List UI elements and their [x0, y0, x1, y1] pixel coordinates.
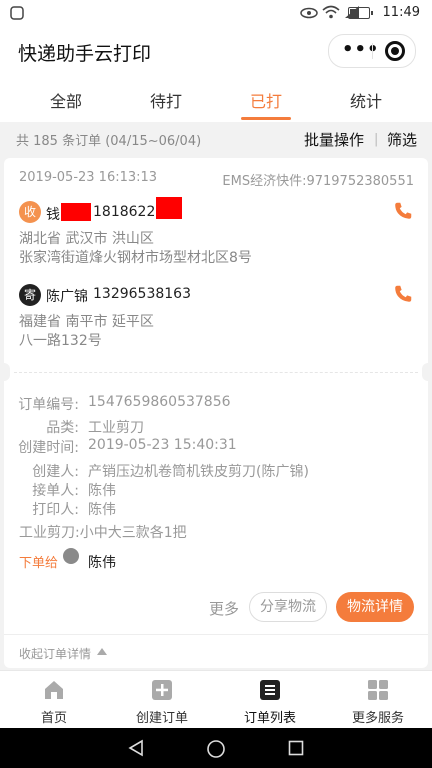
- sender-address-street: 八一路132号: [19, 333, 102, 349]
- status-bar: 11:49: [0, 0, 432, 26]
- tab-statistics[interactable]: 统计: [312, 88, 420, 112]
- assign-label: 下单给: [19, 556, 59, 571]
- home-icon: [45, 681, 63, 699]
- express-number: EMS经济快件:9719752380551: [222, 174, 414, 189]
- add-order-icon: [152, 680, 172, 700]
- order-count: 共 185 条订单 (04/15~06/04): [16, 134, 202, 149]
- assignee-avatar: [63, 548, 79, 564]
- nav-create-order[interactable]: 创建订单: [108, 671, 216, 729]
- card-divider: [4, 634, 428, 635]
- sender-tag: 寄: [19, 284, 41, 306]
- recipient-tag: 收: [19, 201, 41, 223]
- logistics-detail-button[interactable]: 物流详情: [336, 592, 414, 622]
- order-tabs: 全部 待打 已打 统计: [0, 76, 432, 122]
- call-sender-icon[interactable]: [392, 283, 414, 305]
- tab-pending[interactable]: 待打: [112, 88, 220, 112]
- order-card: 2019-05-23 16:13:13 EMS经济快件:971975238055…: [0, 158, 432, 668]
- card-notch-left: [0, 363, 10, 381]
- nav-home-label: 首页: [40, 711, 67, 726]
- nav-more-services[interactable]: 更多服务: [324, 671, 432, 729]
- tab-all[interactable]: 全部: [12, 88, 120, 112]
- sender-name: 陈广锦: [46, 289, 88, 305]
- assignee-name: 陈伟: [88, 555, 116, 571]
- created-time-label: 创建时间:: [18, 440, 79, 456]
- tab-printed[interactable]: 已打: [212, 88, 320, 112]
- redaction-block: [61, 203, 91, 221]
- nav-more-services-label: 更多服务: [351, 711, 404, 726]
- more-button[interactable]: 更多: [209, 598, 239, 619]
- card-dashed-divider: [14, 372, 418, 373]
- mini-program-capsule: •••: [328, 34, 416, 68]
- sender-phone: 13296538163: [93, 286, 191, 302]
- item-note: 工业剪刀:小中大三款各1把: [19, 525, 187, 541]
- redaction-block: [156, 197, 182, 219]
- order-list-icon: [260, 680, 280, 700]
- collapse-details-button[interactable]: 收起订单详情: [19, 645, 91, 662]
- notification-icon: [10, 6, 24, 20]
- sender-address-region: 福建省 南平市 延平区: [19, 314, 154, 330]
- creator-value: 产销压边机卷筒机铁皮剪刀(陈广锦): [88, 464, 309, 480]
- target-icon[interactable]: [385, 41, 405, 61]
- receiver-value: 陈伟: [88, 483, 116, 499]
- nav-home[interactable]: 首页: [0, 671, 108, 729]
- system-navigation-bar: [0, 728, 432, 768]
- active-tab-indicator: [241, 117, 291, 120]
- category-value: 工业剪刀: [88, 420, 144, 436]
- nav-order-list-label: 订单列表: [243, 711, 296, 726]
- printer-value: 陈伟: [88, 502, 116, 518]
- printer-label: 打印人:: [32, 502, 79, 518]
- recipient-address-street: 张家湾街道烽火钢材市场型材北区8号: [19, 250, 252, 266]
- filter-button[interactable]: 筛选: [387, 129, 417, 150]
- category-label: 品类:: [46, 420, 79, 436]
- call-recipient-icon[interactable]: [392, 200, 414, 222]
- nav-create-order-label: 创建订单: [135, 711, 188, 726]
- recents-icon[interactable]: [288, 740, 304, 756]
- share-logistics-button[interactable]: 分享物流: [249, 592, 327, 622]
- eye-icon: [300, 7, 318, 19]
- home-circle-icon[interactable]: [206, 739, 226, 759]
- order-no-label: 订单编号:: [18, 397, 79, 413]
- bottom-navigation: 首页 创建订单 订单列表 更多服务: [0, 670, 432, 729]
- recipient-address-region: 湖北省 武汉市 洪山区: [19, 231, 154, 247]
- clock: 11:49: [382, 5, 420, 20]
- creator-label: 创建人:: [32, 464, 79, 480]
- wifi-icon: [322, 5, 340, 19]
- nav-order-list[interactable]: 订单列表: [216, 671, 324, 729]
- app-header: 快递助手云打印 •••: [0, 26, 432, 76]
- batch-operation-button[interactable]: 批量操作: [304, 129, 364, 150]
- recipient-phone: 18186222: [93, 204, 165, 220]
- order-no-value: 1547659860537856: [88, 394, 231, 410]
- card-notch-right: [422, 363, 432, 381]
- more-services-icon: [368, 680, 388, 700]
- back-icon[interactable]: [127, 739, 145, 757]
- created-time-value: 2019-05-23 15:40:31: [88, 437, 237, 453]
- summary-bar: 共 185 条订单 (04/15~06/04) 批量操作 | 筛选: [0, 122, 432, 156]
- separator: |: [374, 132, 379, 147]
- recipient-name: 钱: [46, 207, 60, 223]
- order-date: 2019-05-23 16:13:13: [19, 170, 158, 185]
- capsule-divider: [372, 43, 373, 59]
- page-title: 快递助手云打印: [18, 43, 152, 65]
- receiver-label: 接单人:: [32, 483, 79, 499]
- chevron-up-icon: [97, 648, 107, 655]
- battery-icon: [348, 7, 373, 19]
- more-dots-icon[interactable]: •••: [342, 39, 380, 60]
